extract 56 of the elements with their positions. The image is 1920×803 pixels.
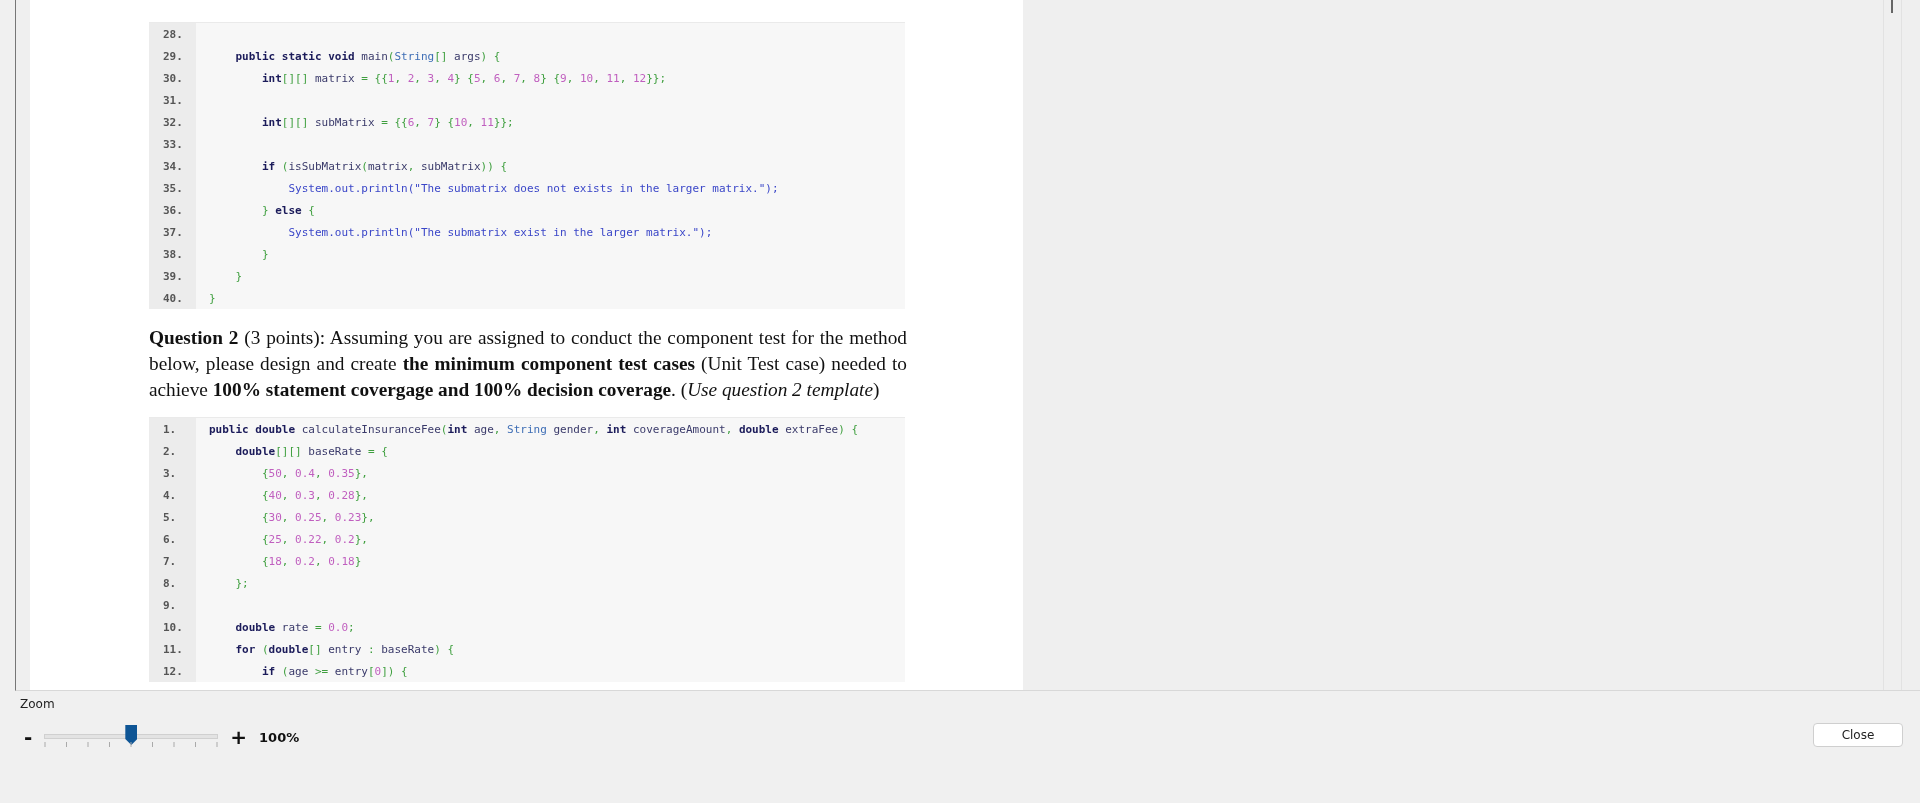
code-line: int[][] subMatrix = {{6, 7} {10, 11}}; bbox=[260, 115, 514, 129]
code-line: for (double[] entry : baseRate) { bbox=[234, 642, 455, 656]
code-line: double[][] baseRate = { bbox=[234, 444, 388, 458]
line-number: 12. bbox=[163, 664, 183, 678]
code-line: if (age >= entry[0]) { bbox=[260, 664, 408, 678]
line-number: 8. bbox=[163, 576, 177, 590]
line-number: 4. bbox=[163, 488, 177, 502]
line-number: 36. bbox=[163, 203, 183, 217]
zoom-slider[interactable] bbox=[44, 725, 219, 749]
line-number: 32. bbox=[163, 115, 183, 129]
code-line: } bbox=[234, 269, 243, 283]
code-line: int[][] matrix = {{1, 2, 3, 4} {5, 6, 7, 8} {9, 10, 11, 12}}; bbox=[260, 71, 667, 85]
code-line: }; bbox=[234, 576, 249, 590]
line-number: 5. bbox=[163, 510, 177, 524]
line-number: 2. bbox=[163, 444, 177, 458]
line-number: 40. bbox=[163, 291, 183, 305]
code-line: System.out.println("The submatrix exist in the larger matrix."); bbox=[287, 225, 713, 239]
line-number: 28. bbox=[163, 27, 183, 41]
zoom-out-button[interactable]: - bbox=[20, 727, 37, 747]
line-number: 31. bbox=[163, 93, 183, 107]
code-line: {40, 0.3, 0.28}, bbox=[260, 488, 368, 502]
line-number: 39. bbox=[163, 269, 183, 283]
line-number: 11. bbox=[163, 642, 183, 656]
line-number: 38. bbox=[163, 247, 183, 261]
zoom-in-button[interactable]: + bbox=[226, 727, 252, 747]
line-number: 10. bbox=[163, 620, 183, 634]
code-line: } bbox=[209, 291, 216, 305]
scrollbar[interactable] bbox=[1883, 0, 1902, 690]
line-number: 9. bbox=[163, 598, 177, 612]
line-number: 33. bbox=[163, 137, 183, 151]
line-number: 6. bbox=[163, 532, 177, 546]
code-line: {25, 0.22, 0.2}, bbox=[260, 532, 368, 546]
line-number: 1. bbox=[163, 422, 177, 436]
code-line: {30, 0.25, 0.23}, bbox=[260, 510, 375, 524]
line-number: 3. bbox=[163, 466, 177, 480]
line-number: 34. bbox=[163, 159, 183, 173]
line-number: 7. bbox=[163, 554, 177, 568]
code-line: if (isSubMatrix(matrix, subMatrix)) { bbox=[260, 159, 508, 173]
zoom-value: 100% bbox=[259, 729, 300, 745]
code-line: } bbox=[260, 247, 269, 261]
code-line: public double calculateInsuranceFee(int age, String gender, int coverageAmount, double extraFee) { bbox=[209, 422, 859, 436]
line-number: 35. bbox=[163, 181, 183, 195]
line-number: 30. bbox=[163, 71, 183, 85]
code-line: System.out.println("The submatrix does not exists in the larger matrix."); bbox=[287, 181, 779, 195]
question-text: Question 2 (3 points): Assuming you are assigned to conduct the component test for the method below, please design and create the minimum component test cases (Unit Test case) needed to achieve 100% statement covergage and 100% decision coverage. (Use question 2 template) bbox=[149, 326, 907, 402]
zoom-label: Zoom bbox=[20, 697, 55, 711]
code-line: } else { bbox=[260, 203, 315, 217]
code-line: {18, 0.2, 0.18} bbox=[260, 554, 362, 568]
code-line: {50, 0.4, 0.35}, bbox=[260, 466, 368, 480]
scroll-thumb[interactable] bbox=[1891, 0, 1893, 13]
line-number: 37. bbox=[163, 225, 183, 239]
line-number: 29. bbox=[163, 49, 183, 63]
slider-thumb[interactable] bbox=[125, 725, 138, 745]
code-line: public static void main(String[] args) { bbox=[234, 49, 501, 63]
code-line: double rate = 0.0; bbox=[234, 620, 355, 634]
close-button[interactable]: Close bbox=[1813, 723, 1903, 747]
